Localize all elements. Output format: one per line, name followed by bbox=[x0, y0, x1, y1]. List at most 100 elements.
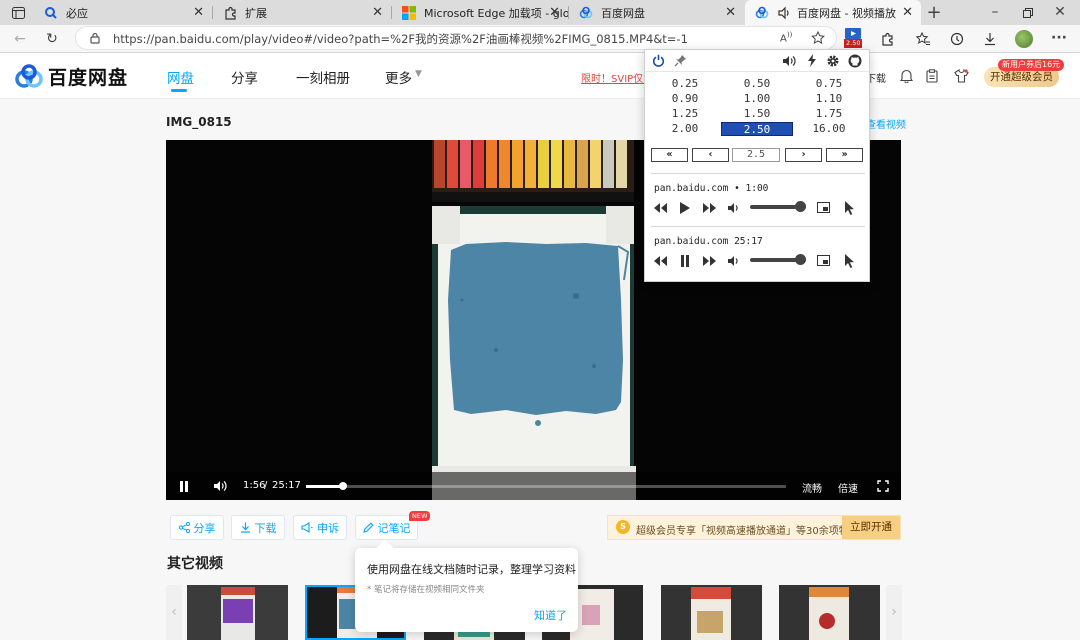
bell-icon[interactable] bbox=[896, 66, 916, 86]
picture-in-picture-icon[interactable] bbox=[817, 202, 830, 213]
pin-icon[interactable] bbox=[674, 54, 687, 67]
nav-more[interactable]: 更多 bbox=[385, 67, 412, 87]
download-icon[interactable] bbox=[980, 29, 1000, 49]
speed-option[interactable]: 2.00 bbox=[649, 122, 721, 136]
baidu-netdisk-logo-icon[interactable] bbox=[14, 64, 44, 90]
speed-option[interactable]: 0.50 bbox=[721, 77, 793, 91]
close-tab-icon[interactable]: ✕ bbox=[902, 5, 913, 20]
address-bar[interactable]: https://pan.baidu.com/play/video#/video?… bbox=[75, 26, 837, 50]
tab-actions-icon[interactable] bbox=[8, 3, 28, 23]
speed-option[interactable]: 1.75 bbox=[793, 107, 865, 121]
fullscreen-icon[interactable] bbox=[877, 480, 889, 492]
close-window-icon[interactable]: ✕ bbox=[1050, 2, 1070, 22]
tab-extensions[interactable]: 扩展 ✕ bbox=[213, 0, 391, 25]
speed-option[interactable]: 1.25 bbox=[649, 107, 721, 121]
volume-icon[interactable] bbox=[727, 255, 741, 267]
read-aloud-icon[interactable]: A)) bbox=[780, 31, 792, 44]
extensions-icon[interactable] bbox=[877, 29, 897, 49]
speed-option[interactable]: 1.50 bbox=[721, 107, 793, 121]
favorites-icon[interactable] bbox=[913, 29, 933, 49]
minimize-icon[interactable]: – bbox=[985, 2, 1005, 22]
more-menu-icon[interactable]: ··· bbox=[1049, 28, 1069, 48]
speed-option[interactable]: 0.75 bbox=[793, 77, 865, 91]
report-button[interactable]: 申诉 bbox=[293, 515, 347, 540]
progress-track[interactable] bbox=[306, 482, 786, 490]
play-icon[interactable] bbox=[679, 202, 690, 214]
close-tab-icon[interactable]: ✕ bbox=[372, 5, 383, 20]
speed-option[interactable]: 0.90 bbox=[649, 92, 721, 106]
speed-option[interactable]: 1.10 bbox=[793, 92, 865, 106]
tooltip-message: 使用网盘在线文档随时记录，整理学习资料 bbox=[367, 563, 576, 576]
cursor-icon[interactable] bbox=[844, 201, 855, 215]
refresh-icon[interactable]: ↻ bbox=[42, 29, 62, 49]
fast-forward-icon[interactable] bbox=[703, 203, 716, 213]
speed-down-button[interactable]: ‹ bbox=[692, 148, 729, 162]
history-icon[interactable] bbox=[947, 29, 967, 49]
quality-button[interactable]: 流畅 bbox=[802, 480, 822, 495]
notes-tooltip: 使用网盘在线文档随时记录，整理学习资料 * 笔记将存储在视频相同文件夹 知道了 bbox=[355, 539, 578, 632]
new-badge: NEW bbox=[409, 511, 431, 521]
speed-option[interactable]: 0.25 bbox=[649, 77, 721, 91]
tab-edge-addons[interactable]: Microsoft Edge 加载项 - global s ✕ bbox=[392, 0, 568, 25]
close-tab-icon[interactable]: ✕ bbox=[725, 5, 736, 20]
gear-icon[interactable] bbox=[826, 54, 840, 68]
pause-icon[interactable] bbox=[179, 481, 189, 492]
open-now-button[interactable]: 立即开通 bbox=[842, 516, 900, 539]
back-icon[interactable]: ← bbox=[10, 29, 30, 49]
close-tab-icon[interactable]: ✕ bbox=[549, 5, 560, 20]
logo-text[interactable]: 百度网盘 bbox=[48, 63, 128, 90]
lightning-icon[interactable] bbox=[807, 54, 817, 67]
volume-icon[interactable] bbox=[727, 202, 741, 214]
speed-option-selected[interactable]: 2.50 bbox=[721, 122, 793, 136]
video-thumbnail[interactable] bbox=[187, 585, 288, 640]
favorite-add-icon[interactable] bbox=[811, 31, 825, 45]
carousel-next-icon[interactable]: › bbox=[886, 585, 902, 640]
carousel-prev-icon[interactable]: ‹ bbox=[166, 585, 182, 640]
fast-forward-icon[interactable] bbox=[703, 256, 716, 266]
video-speed-extension-icon[interactable]: 2.50 bbox=[843, 27, 863, 49]
video-thumbnail[interactable] bbox=[661, 585, 762, 640]
progress-handle[interactable] bbox=[339, 482, 347, 490]
cursor-icon[interactable] bbox=[844, 254, 855, 268]
tab-bing[interactable]: 必应 ✕ bbox=[34, 0, 212, 25]
volume-slider-handle[interactable] bbox=[795, 201, 806, 212]
speed-max-button[interactable]: » bbox=[826, 148, 863, 162]
volume-icon[interactable] bbox=[213, 480, 227, 492]
tshirt-icon[interactable] bbox=[951, 66, 971, 86]
svip-promo-link[interactable]: 限时！SVIP仅需 bbox=[581, 70, 653, 85]
picture-in-picture-icon[interactable] bbox=[817, 255, 830, 266]
github-icon[interactable] bbox=[848, 54, 862, 68]
tooltip-note: * 笔记将存储在视频相同文件夹 bbox=[367, 585, 485, 595]
speed-option[interactable]: 16.00 bbox=[793, 122, 865, 136]
pause-icon[interactable] bbox=[680, 255, 690, 267]
nav-album[interactable]: 一刻相册 bbox=[296, 67, 350, 87]
share-button[interactable]: 分享 bbox=[170, 515, 224, 540]
view-video-link[interactable]: 查看视频 bbox=[866, 116, 906, 131]
volume-icon[interactable] bbox=[782, 55, 796, 67]
close-tab-icon[interactable]: ✕ bbox=[193, 5, 204, 20]
speed-option[interactable]: 1.00 bbox=[721, 92, 793, 106]
tab-baidu-netdisk[interactable]: 百度网盘 ✕ bbox=[569, 0, 744, 25]
speed-up-button[interactable]: › bbox=[785, 148, 822, 162]
clipboard-icon[interactable] bbox=[922, 66, 942, 86]
rewind-icon[interactable] bbox=[654, 256, 667, 266]
chevron-down-icon[interactable]: ▼ bbox=[415, 69, 422, 79]
speaker-icon[interactable] bbox=[777, 6, 791, 20]
nav-share[interactable]: 分享 bbox=[231, 67, 258, 87]
tab-baidu-video-active[interactable]: 百度网盘 - 视频播放 ✕ bbox=[745, 0, 921, 25]
video-thumbnail[interactable] bbox=[779, 585, 880, 640]
volume-slider-handle[interactable] bbox=[795, 254, 806, 265]
profile-avatar[interactable] bbox=[1014, 29, 1034, 49]
nav-netdisk[interactable]: 网盘 bbox=[167, 67, 194, 87]
speed-input[interactable]: 2.5 bbox=[732, 148, 780, 162]
power-icon[interactable] bbox=[652, 54, 665, 67]
browser-tab-bar: 必应 ✕ 扩展 ✕ Microsoft Edge 加载项 - global s … bbox=[0, 0, 1080, 25]
new-tab-icon[interactable]: + bbox=[924, 2, 944, 23]
download-button[interactable]: 下载 bbox=[231, 515, 285, 540]
speed-min-button[interactable]: « bbox=[651, 148, 688, 162]
share-label: 分享 bbox=[193, 521, 216, 535]
speed-button[interactable]: 倍速 bbox=[838, 480, 858, 495]
maximize-icon[interactable] bbox=[1018, 3, 1038, 23]
rewind-icon[interactable] bbox=[654, 203, 667, 213]
got-it-button[interactable]: 知道了 bbox=[534, 607, 567, 623]
